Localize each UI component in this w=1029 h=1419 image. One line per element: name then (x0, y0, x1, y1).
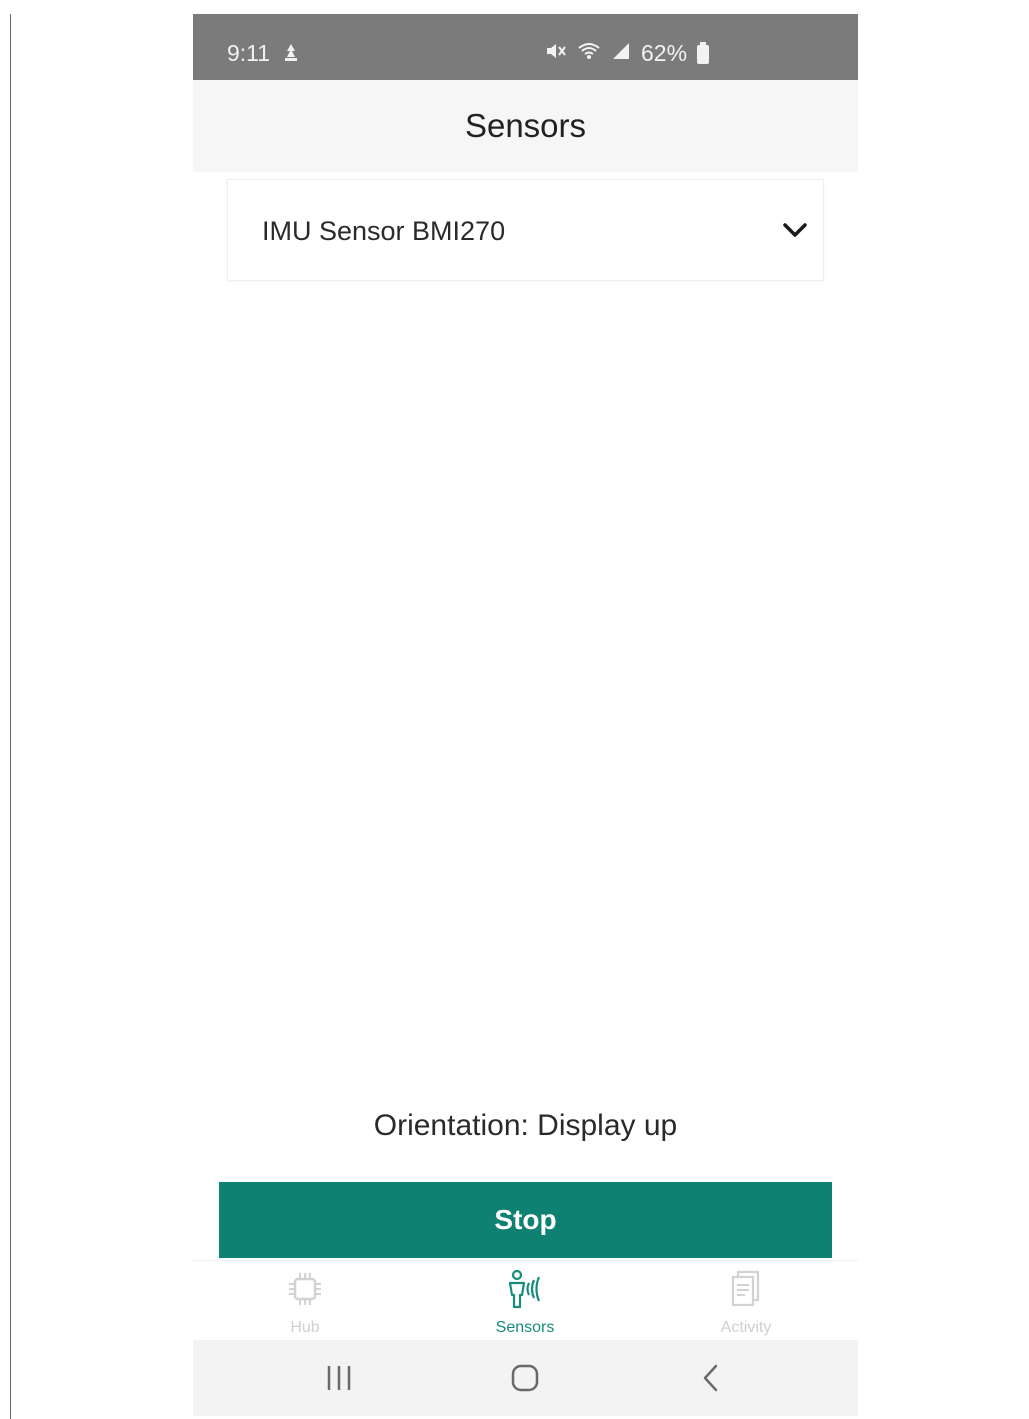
chevron-down-icon (781, 216, 809, 244)
status-time: 9:11 (227, 40, 271, 66)
notification-icon (283, 42, 299, 69)
battery-percent: 62% (641, 40, 688, 66)
phone-screen: 9:11 62% Sensors IMU Sensor BMI270 Orien… (193, 14, 858, 1416)
stop-button[interactable]: Stop (219, 1182, 832, 1258)
battery-icon (697, 42, 710, 64)
document-icon (726, 1269, 766, 1309)
nav-tab-activity[interactable]: Activity (646, 1261, 846, 1341)
system-navigation-bar (193, 1340, 858, 1416)
back-icon[interactable] (691, 1358, 731, 1398)
nav-tab-sensors[interactable]: Sensors (425, 1261, 625, 1341)
wifi-icon (577, 40, 601, 67)
page-title: Sensors (464, 107, 587, 144)
person-sensor-icon (505, 1269, 545, 1309)
nav-tab-sensors-label: Sensors (495, 1319, 555, 1336)
sensor-dropdown-value: IMU Sensor BMI270 (262, 216, 506, 246)
chip-icon (285, 1269, 325, 1309)
status-icons: 62% (545, 40, 710, 67)
bottom-navigation: Hub Sensors Activity (193, 1260, 858, 1341)
nav-tab-hub[interactable]: Hub (205, 1261, 405, 1341)
home-icon[interactable] (505, 1358, 545, 1398)
window-edge (10, 14, 11, 1419)
sensor-dropdown[interactable]: IMU Sensor BMI270 (227, 179, 824, 281)
signal-icon (611, 40, 631, 67)
status-bar: 9:11 62% (193, 14, 858, 80)
app-bar: Sensors (193, 80, 858, 172)
orientation-readout: Orientation: Display up (373, 1109, 678, 1142)
nav-tab-activity-label: Activity (720, 1319, 772, 1336)
mute-icon (545, 40, 567, 67)
recent-apps-icon[interactable] (319, 1358, 359, 1398)
nav-tab-hub-label: Hub (290, 1319, 320, 1336)
